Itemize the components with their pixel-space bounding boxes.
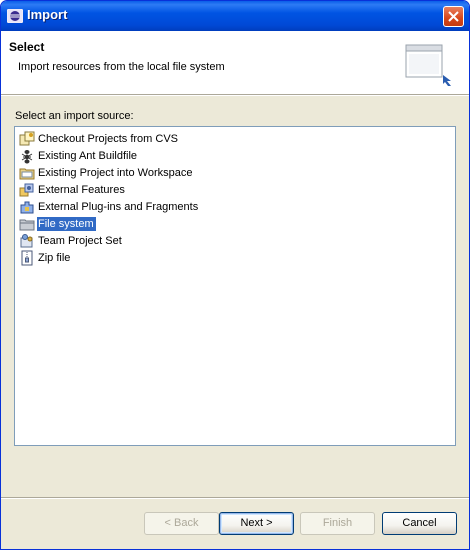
tree-item-label: Zip file xyxy=(38,252,71,264)
zip-icon xyxy=(19,250,35,266)
team-icon xyxy=(19,233,35,249)
tree-item-label: External Plug-ins and Fragments xyxy=(38,201,199,213)
header-separator xyxy=(1,95,469,96)
cvs-icon xyxy=(19,131,35,147)
folder-icon xyxy=(19,216,35,232)
tree-item-label: Existing Ant Buildfile xyxy=(38,150,138,162)
import-source-tree[interactable]: Checkout Projects from CVS Existing Ant … xyxy=(14,126,456,446)
eclipse-icon xyxy=(6,8,24,24)
cancel-button[interactable]: Cancel xyxy=(382,512,457,535)
import-wizard-banner-icon xyxy=(405,43,455,87)
next-button[interactable]: Next > xyxy=(219,512,294,535)
wizard-header: Select Import resources from the local f… xyxy=(1,31,469,95)
page-title: Select xyxy=(9,40,45,54)
title-bar[interactable]: Import xyxy=(1,1,469,31)
close-button[interactable] xyxy=(443,6,464,27)
import-dialog: Import Select Import resources from the … xyxy=(0,0,470,550)
window-title: Import xyxy=(27,7,68,22)
tree-item-label: Checkout Projects from CVS xyxy=(38,133,178,145)
button-bar-separator-highlight xyxy=(1,498,469,499)
tree-item-label: File system xyxy=(37,217,96,231)
tree-item-label: External Features xyxy=(38,184,125,196)
tree-item-label: Existing Project into Workspace xyxy=(38,167,193,179)
tree-item-label: Team Project Set xyxy=(38,235,122,247)
finish-button[interactable]: Finish xyxy=(300,512,375,535)
import-source-label: Select an import source: xyxy=(15,110,134,122)
feature-icon xyxy=(19,182,35,198)
close-icon xyxy=(448,11,459,22)
plugin-icon xyxy=(19,199,35,215)
project-icon xyxy=(19,165,35,181)
ant-icon xyxy=(19,148,35,164)
back-button[interactable]: < Back xyxy=(144,512,219,535)
page-description: Import resources from the local file sys… xyxy=(18,61,225,73)
